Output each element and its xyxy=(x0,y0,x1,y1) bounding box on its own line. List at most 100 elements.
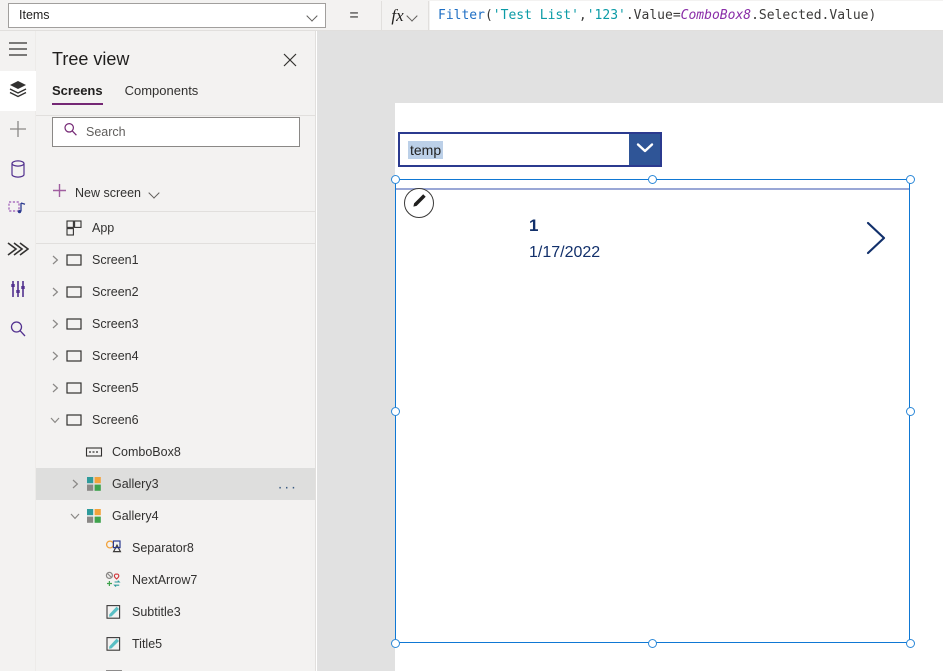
tree-item-label: Gallery4 xyxy=(112,509,159,523)
equals-sign: = xyxy=(349,7,359,24)
screen-icon xyxy=(64,314,84,334)
tree-chevron-spacer xyxy=(46,219,64,237)
selection-handle-bottom-center[interactable] xyxy=(648,638,657,648)
power-automate-icon xyxy=(7,241,30,262)
chevron-right-icon[interactable] xyxy=(46,347,64,365)
selection-handle-bottom-right[interactable] xyxy=(905,638,915,648)
combobox-dropdown-button[interactable] xyxy=(629,134,660,165)
chevron-down-icon xyxy=(149,187,161,199)
tree-item-separator8[interactable]: Separator8 xyxy=(36,532,315,564)
chevron-right-icon[interactable] xyxy=(46,283,64,301)
screen-icon xyxy=(64,282,84,302)
label-icon xyxy=(104,634,124,654)
search-rail-icon xyxy=(9,320,27,343)
chevron-down-icon[interactable] xyxy=(66,507,84,525)
tab-screens[interactable]: Screens xyxy=(52,83,103,105)
selection-handle-bottom-left[interactable] xyxy=(390,638,400,648)
tree-item-label: Gallery3 xyxy=(112,477,159,491)
selection-handle-middle-left[interactable] xyxy=(390,406,400,416)
rail-item-search[interactable] xyxy=(0,311,36,351)
close-icon[interactable] xyxy=(279,49,301,71)
selection-handle-top-center[interactable] xyxy=(648,174,657,184)
tree-item-label: Separator8 xyxy=(132,541,194,555)
combobox-value: temp xyxy=(408,140,444,159)
tree-item-overflow-menu[interactable]: ... xyxy=(278,477,298,492)
tree-item-screen6[interactable]: Screen6 xyxy=(36,404,315,436)
tree-item-list: App Screen1 Screen2 Screen3 Screen4 Screen5 Sc… xyxy=(36,212,315,671)
tree-view-panel: Tree view Screens Components Search New … xyxy=(36,31,316,671)
tree-item-screen3[interactable]: Screen3 xyxy=(36,308,315,340)
combobox-icon xyxy=(84,442,104,462)
image-icon xyxy=(104,666,124,671)
new-screen-button[interactable]: New screen xyxy=(52,181,161,205)
tree-item-image2[interactable]: Image2 xyxy=(36,660,315,671)
formula-text: Filter('Test List','123'.Value=ComboBox8… xyxy=(438,8,877,23)
rail-item-hamburger-menu[interactable] xyxy=(0,31,36,71)
tree-chevron-spacer xyxy=(86,603,104,621)
tree-item-app[interactable]: App xyxy=(36,212,315,244)
chevron-right-icon[interactable] xyxy=(46,379,64,397)
screen-icon xyxy=(64,410,84,430)
rail-item-tree-view[interactable] xyxy=(0,71,36,111)
gallery-item-title: 1 xyxy=(529,216,539,235)
rail-item-media[interactable] xyxy=(0,191,36,231)
search-icon xyxy=(63,122,78,142)
screen-icon xyxy=(64,346,84,366)
label-icon xyxy=(104,602,124,622)
tree-item-nextarrow7[interactable]: NextArrow7 xyxy=(36,564,315,596)
tree-item-label: ComboBox8 xyxy=(112,445,181,459)
rail-item-insert[interactable] xyxy=(0,111,36,151)
tab-components[interactable]: Components xyxy=(125,83,199,105)
rail-item-variables[interactable] xyxy=(0,271,36,311)
panel-title: Tree view xyxy=(52,49,130,69)
gallery-next-arrow[interactable] xyxy=(860,219,892,257)
gallery-edit-badge[interactable] xyxy=(404,188,434,218)
chevron-down-icon[interactable] xyxy=(46,411,64,429)
gallery-item-separator xyxy=(396,188,909,190)
screen-icon xyxy=(64,378,84,398)
plus-icon xyxy=(52,183,67,203)
combobox-text: temp xyxy=(400,134,629,165)
screen-icon xyxy=(64,250,84,270)
plus-icon xyxy=(9,120,27,143)
tree-chevron-spacer xyxy=(86,539,104,557)
tree-item-screen4[interactable]: Screen4 xyxy=(36,340,315,372)
selection-handle-top-left[interactable] xyxy=(390,174,400,184)
left-icon-rail xyxy=(0,31,36,671)
panel-tabs: Screens Components xyxy=(52,83,198,105)
tree-item-label: Screen2 xyxy=(92,285,139,299)
variables-icon xyxy=(9,279,27,304)
tree-item-combobox8[interactable]: ComboBox8 xyxy=(36,436,315,468)
property-selector[interactable]: Items xyxy=(8,3,326,28)
tree-item-screen1[interactable]: Screen1 xyxy=(36,244,315,276)
combobox-control[interactable]: temp xyxy=(398,132,662,167)
chevron-right-icon[interactable] xyxy=(46,251,64,269)
tree-item-title5[interactable]: Title5 xyxy=(36,628,315,660)
chevron-right-icon[interactable] xyxy=(66,475,84,493)
search-placeholder: Search xyxy=(86,125,126,139)
new-screen-label: New screen xyxy=(75,186,141,200)
formula-toolbar: Items = fx Filter('Test List','123'.Valu… xyxy=(0,0,943,31)
tree-item-label: NextArrow7 xyxy=(132,573,198,587)
tree-item-gallery4[interactable]: Gallery4 xyxy=(36,500,315,532)
tree-chevron-spacer xyxy=(86,667,104,671)
chevron-right-icon xyxy=(860,221,892,261)
tree-item-screen2[interactable]: Screen2 xyxy=(36,276,315,308)
hamburger-menu-icon xyxy=(9,41,27,61)
chevron-right-icon[interactable] xyxy=(46,315,64,333)
selection-handle-middle-right[interactable] xyxy=(905,406,915,416)
tree-item-screen5[interactable]: Screen5 xyxy=(36,372,315,404)
tree-item-subtitle3[interactable]: Subtitle3 xyxy=(36,596,315,628)
formula-bar[interactable]: Filter('Test List','123'.Value=ComboBox8… xyxy=(430,1,943,30)
search-input[interactable]: Search xyxy=(52,117,300,147)
rail-item-data[interactable] xyxy=(0,151,36,191)
icons-icon xyxy=(104,570,124,590)
tree-item-gallery3[interactable]: Gallery3... xyxy=(36,468,315,500)
gallery-icon xyxy=(84,474,104,494)
app-icon xyxy=(64,218,84,238)
rail-item-power-automate[interactable] xyxy=(0,231,36,271)
database-icon xyxy=(10,159,26,183)
tabs-divider xyxy=(36,115,315,116)
selection-handle-top-right[interactable] xyxy=(905,174,915,184)
fx-button[interactable]: fx xyxy=(381,1,429,30)
